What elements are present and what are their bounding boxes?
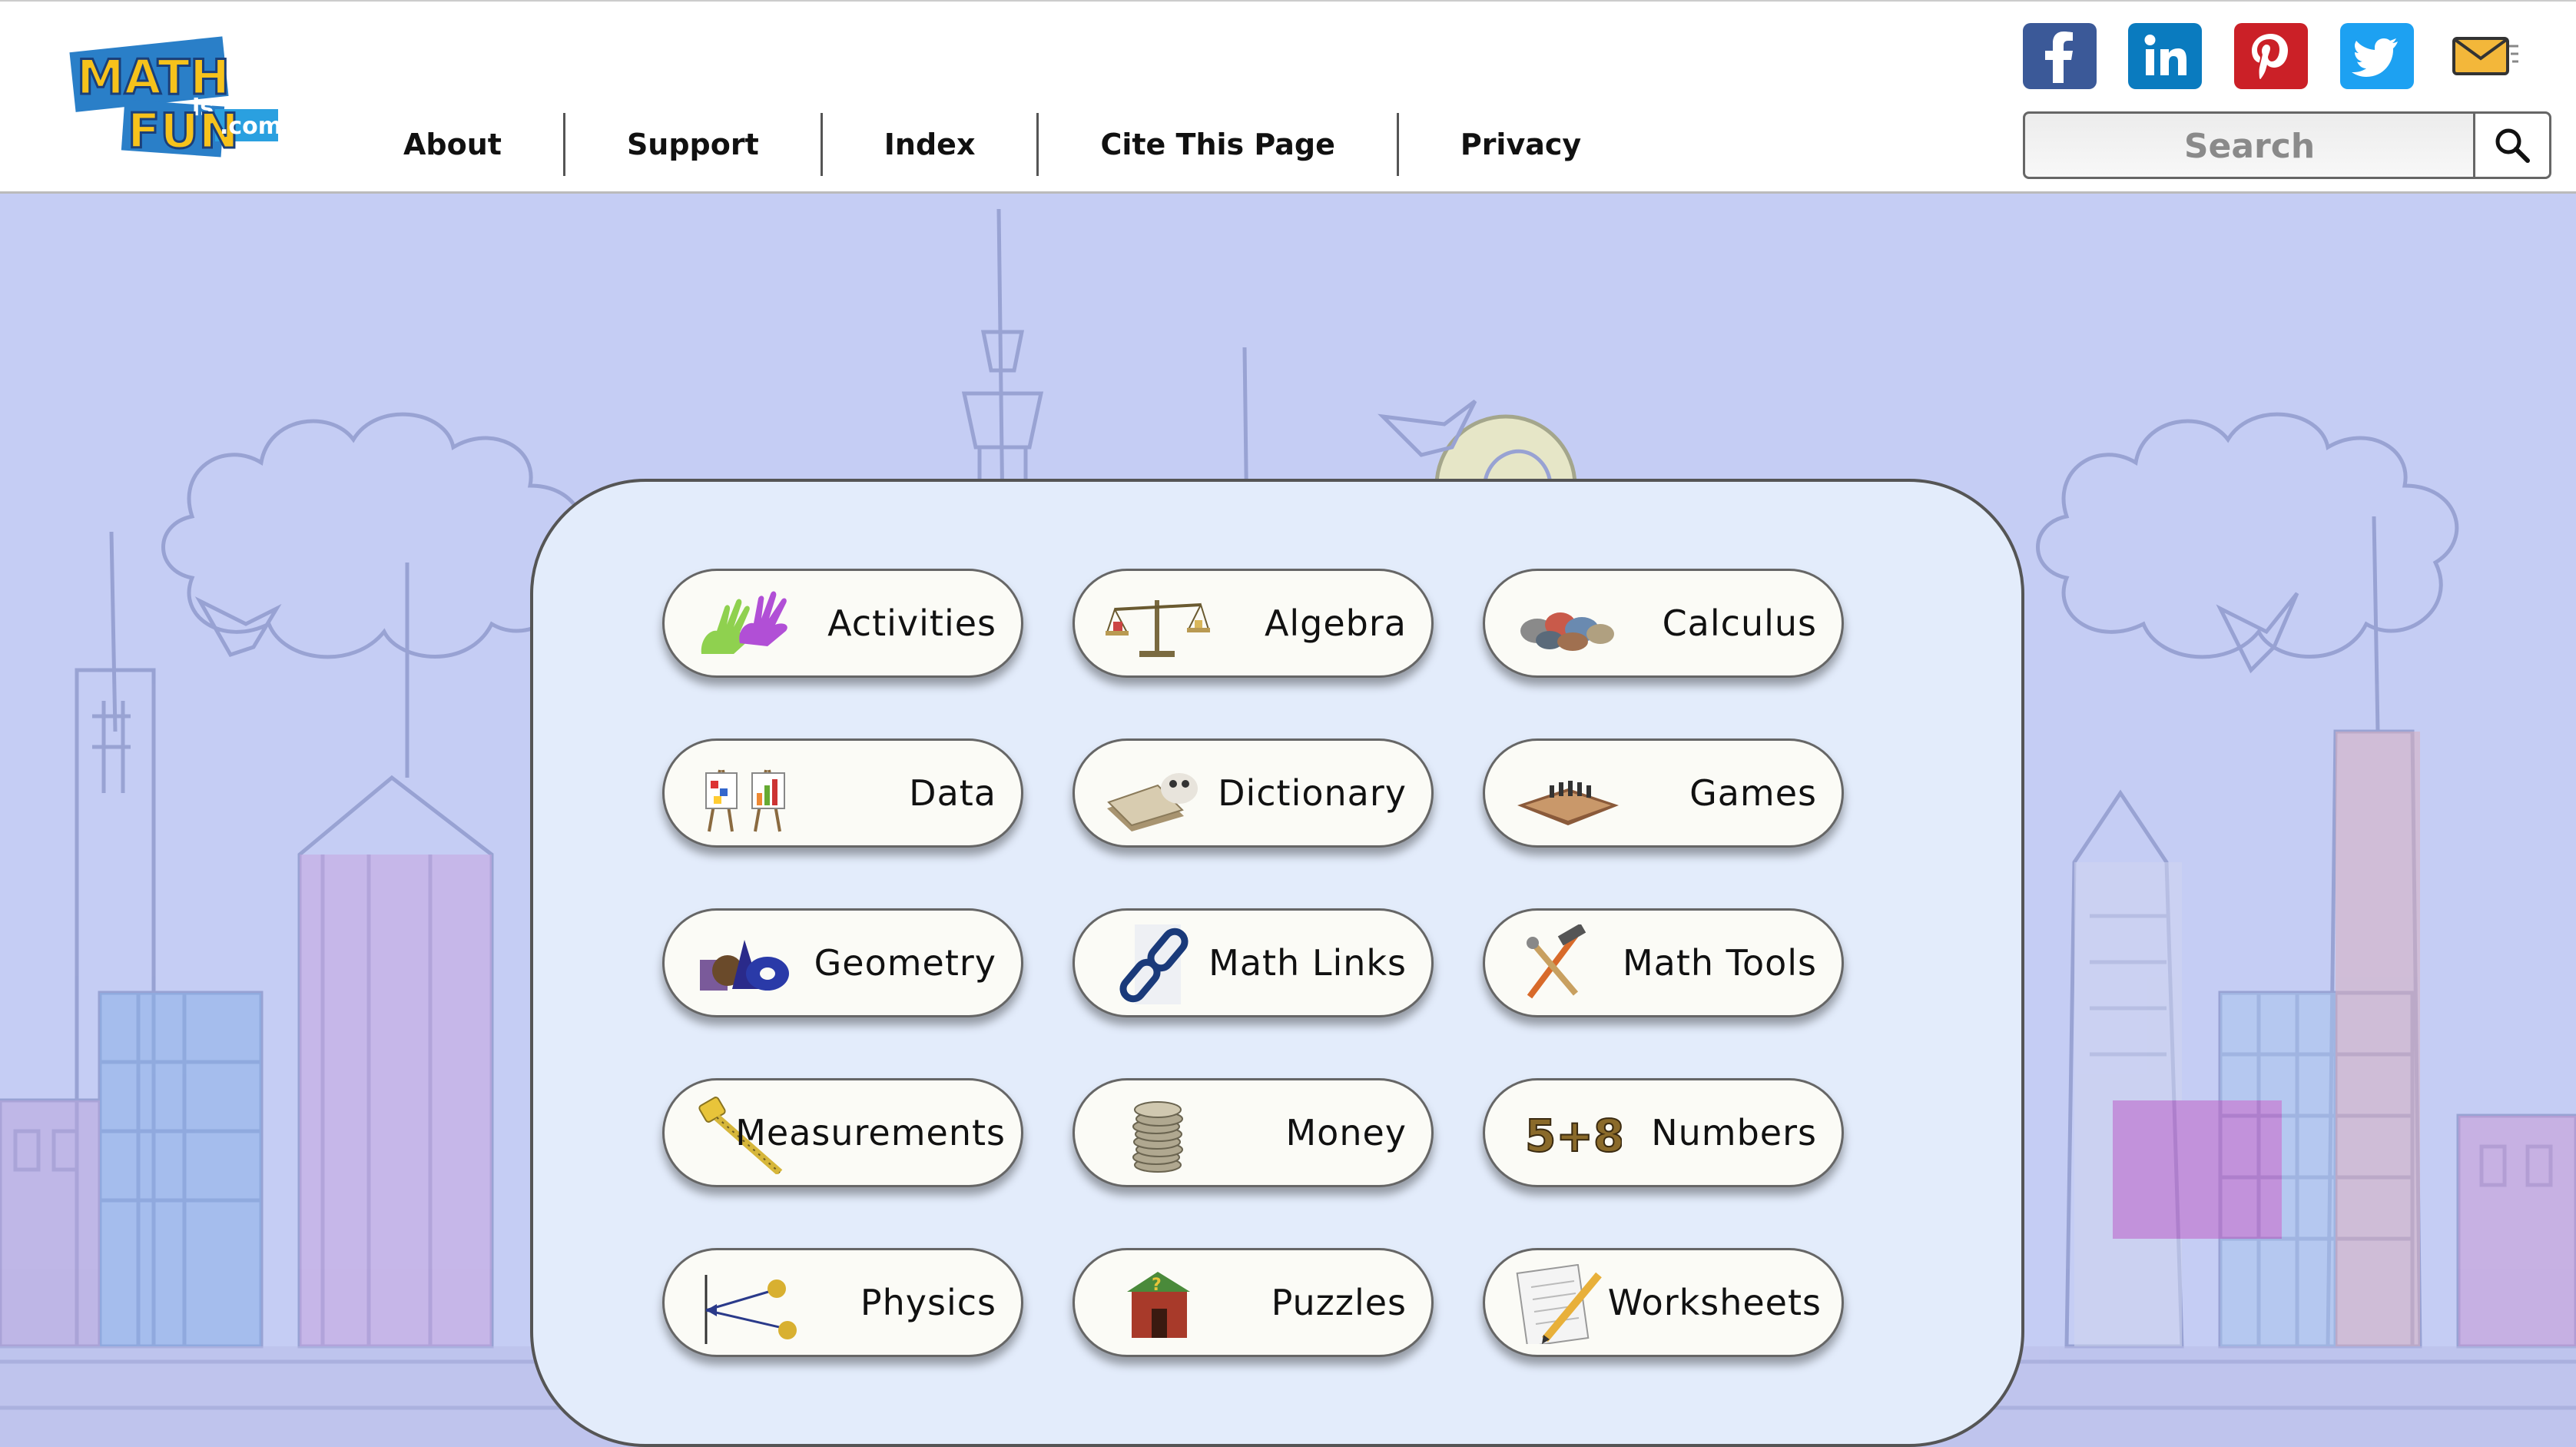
topic-label: Worksheets — [1607, 1282, 1822, 1323]
topic-label: Math Tools — [1622, 942, 1817, 984]
topic-games[interactable]: Games — [1483, 738, 1844, 848]
topic-money[interactable]: Money — [1073, 1078, 1434, 1187]
svg-text:5+8: 5+8 — [1525, 1110, 1622, 1162]
puzzle-house-icon: ? — [1127, 1272, 1190, 1338]
topic-algebra[interactable]: Algebra — [1073, 569, 1434, 678]
topic-math-tools[interactable]: Math Tools — [1483, 908, 1844, 1017]
solid-shapes-icon — [700, 940, 789, 991]
topic-label: Algebra — [1264, 602, 1407, 644]
coin-stack-icon — [1132, 1101, 1183, 1173]
email-icon[interactable] — [2446, 23, 2520, 89]
topic-label: Math Links — [1208, 942, 1407, 984]
tools-icon — [1527, 924, 1586, 999]
search-icon — [2495, 128, 2530, 163]
topic-label: Numbers — [1651, 1112, 1817, 1153]
main-nav: About Support Index Cite This Page Priva… — [361, 113, 1643, 176]
twitter-icon[interactable] — [2340, 23, 2414, 89]
topic-label: Measurements — [735, 1112, 1006, 1153]
topic-numbers[interactable]: 5+8 Numbers — [1483, 1078, 1844, 1187]
chessboard-icon — [1517, 781, 1619, 825]
svg-text:.com: .com — [220, 113, 282, 140]
facebook-icon[interactable] — [2023, 23, 2097, 89]
topic-label: Puzzles — [1271, 1282, 1407, 1323]
site-logo[interactable]: MATH is FUN .com — [69, 32, 284, 163]
topic-data[interactable]: Data — [662, 738, 1023, 848]
topic-label: Activities — [827, 602, 996, 644]
topic-label: Data — [909, 772, 996, 814]
nav-support[interactable]: Support — [565, 113, 823, 176]
topic-label: Dictionary — [1218, 772, 1407, 814]
pebbles-icon — [1520, 612, 1614, 651]
nav-cite-this-page[interactable]: Cite This Page — [1039, 113, 1399, 176]
topic-puzzles[interactable]: ? Puzzles — [1073, 1248, 1434, 1357]
chain-link-icon — [1119, 924, 1189, 1004]
topic-geometry[interactable]: Geometry — [662, 908, 1023, 1017]
topic-calculus[interactable]: Calculus — [1483, 569, 1844, 678]
topic-dictionary[interactable]: Dictionary — [1073, 738, 1434, 848]
svg-text:?: ? — [1152, 1276, 1162, 1295]
topic-math-links[interactable]: Math Links — [1073, 908, 1434, 1017]
nav-index[interactable]: Index — [823, 113, 1039, 176]
pinterest-icon[interactable] — [2234, 23, 2308, 89]
topic-measurements[interactable]: Measurements — [662, 1078, 1023, 1187]
topic-label: Games — [1689, 772, 1817, 814]
force-vectors-icon — [705, 1275, 797, 1344]
topic-label: Money — [1285, 1112, 1407, 1153]
topic-physics[interactable]: Physics — [662, 1248, 1023, 1357]
easel-charts-icon — [705, 769, 785, 832]
worksheet-pencil-icon — [1516, 1264, 1602, 1344]
book-owl-icon — [1107, 773, 1198, 831]
nav-about[interactable]: About — [361, 113, 565, 176]
search-input[interactable] — [2025, 114, 2474, 178]
nav-privacy[interactable]: Privacy — [1399, 113, 1643, 176]
topic-label: Geometry — [814, 942, 996, 984]
topic-worksheets[interactable]: Worksheets — [1483, 1248, 1844, 1357]
balance-scale-icon — [1106, 600, 1210, 657]
search-box — [2023, 111, 2551, 179]
topic-label: Physics — [860, 1282, 996, 1323]
site-header: MATH is FUN .com About Support Index Cit… — [0, 0, 2576, 194]
topic-activities[interactable]: Activities — [662, 569, 1023, 678]
linkedin-icon[interactable] — [2128, 23, 2202, 89]
hands-icon — [701, 591, 787, 654]
search-button[interactable] — [2473, 114, 2549, 177]
topic-label: Calculus — [1662, 602, 1817, 644]
topics-panel: Activities Algebra Calculus Data Diction… — [530, 479, 2024, 1447]
numbers-icon: 5+8 — [1524, 1109, 1622, 1163]
